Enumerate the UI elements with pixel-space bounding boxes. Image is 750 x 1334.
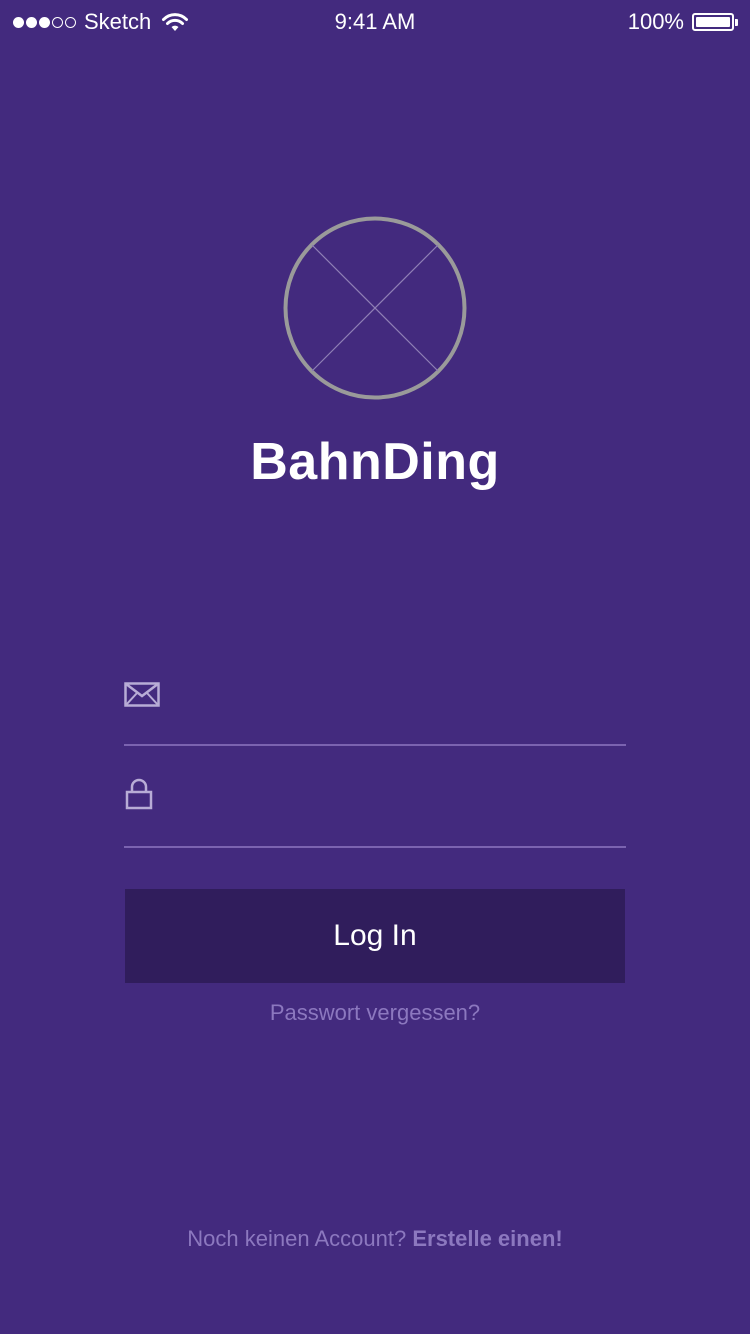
login-button[interactable]: Log In xyxy=(125,889,625,983)
battery-icon xyxy=(692,13,734,31)
lock-icon xyxy=(125,778,153,810)
login-screen: Sketch 9:41 AM 100% BahnDing Log In Pass… xyxy=(0,0,750,1334)
mail-icon xyxy=(124,682,160,707)
app-title: BahnDing xyxy=(250,433,500,491)
battery-fill xyxy=(696,17,730,27)
placeholder-circle-x-icon xyxy=(283,216,467,400)
password-field xyxy=(124,778,626,848)
signup-prompt: Noch keinen Account? Erstelle einen! xyxy=(0,1226,750,1252)
password-input[interactable] xyxy=(180,788,624,840)
battery-tip xyxy=(735,18,738,26)
status-bar: Sketch 9:41 AM 100% xyxy=(0,0,750,44)
signup-link[interactable]: Erstelle einen! xyxy=(412,1226,562,1251)
status-bar-right: 100% xyxy=(628,8,738,36)
forgot-password-link[interactable]: Passwort vergessen? xyxy=(0,1000,750,1026)
signup-prompt-text: Noch keinen Account? xyxy=(187,1226,413,1251)
email-input[interactable] xyxy=(180,686,624,738)
email-field xyxy=(124,682,626,746)
battery-percent: 100% xyxy=(627,9,684,34)
